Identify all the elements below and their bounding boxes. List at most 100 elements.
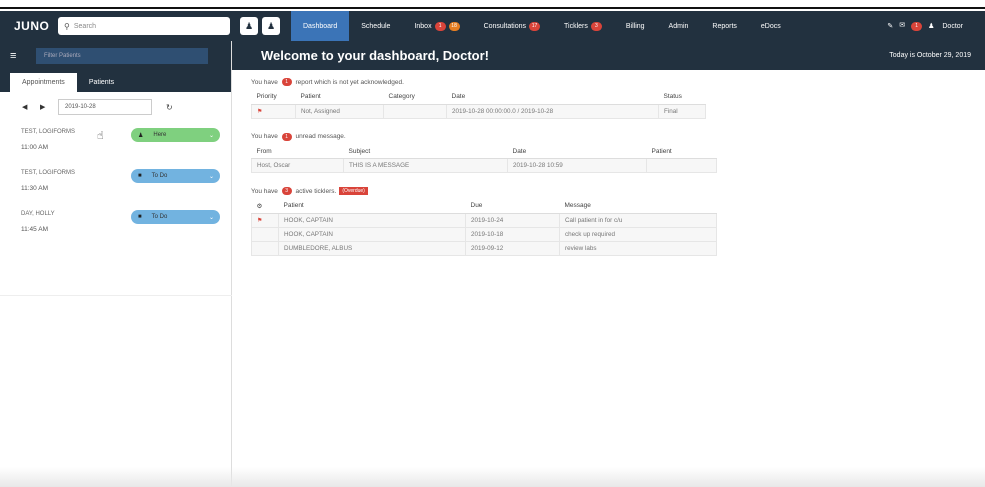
- column-header[interactable]: Subject: [343, 144, 508, 159]
- search-input[interactable]: ⚲ Search: [58, 17, 230, 35]
- reports-prefix: You have: [251, 78, 278, 86]
- patient-search-button[interactable]: ♟: [262, 17, 280, 35]
- patient-cell: Not, Assigned: [295, 103, 384, 119]
- date-navigator: ◀ ▶ 2019-10-28 ↻: [0, 92, 231, 122]
- appointment-patient-name[interactable]: TEST, LOGIFORMS: [21, 170, 75, 176]
- nav-consultations[interactable]: Consultations 17: [472, 11, 552, 41]
- date-cell: 2019-10-28 10:59: [507, 158, 647, 173]
- nav-label: Inbox: [414, 22, 432, 30]
- column-header[interactable]: Due: [465, 199, 560, 214]
- dashboard-main: Welcome to your dashboard, Doctor! Today…: [232, 41, 985, 487]
- nav-edocs[interactable]: eDocs: [749, 11, 793, 41]
- column-header[interactable]: Message: [559, 199, 717, 214]
- tab-appointments[interactable]: Appointments: [10, 73, 77, 92]
- messages-prefix: You have: [251, 133, 278, 140]
- column-header[interactable]: Category: [383, 90, 447, 105]
- status-cell: Final: [658, 103, 706, 119]
- chevron-down-icon: ⌄: [208, 132, 214, 139]
- nav-billing[interactable]: Billing: [614, 11, 657, 41]
- date-input[interactable]: 2019-10-28: [58, 99, 152, 115]
- subject-cell: THIS IS A MESSAGE: [343, 158, 508, 173]
- ticklers-count: 3: [281, 187, 292, 195]
- column-header[interactable]: From: [251, 144, 344, 159]
- overdue-badge[interactable]: (Overdue): [339, 187, 368, 195]
- appointment-time: 11:00 AM: [21, 144, 48, 151]
- nav-ticklers[interactable]: Ticklers 3: [552, 11, 614, 41]
- ticklers-table: ⚙ Patient Due Message ⚑ HOOK, CAPTAIN 2019…: [251, 199, 717, 256]
- nav-label: eDocs: [760, 22, 781, 30]
- user-plus-icon: ♟: [244, 20, 254, 31]
- nav-label: Admin: [668, 22, 689, 30]
- table-row[interactable]: DUMBLEDORE, ALBUS 2019-09-12 review labs: [251, 240, 717, 256]
- add-patient-button[interactable]: ♟: [240, 17, 258, 35]
- appointment-status-dropdown[interactable]: ■ To Do ⌄: [131, 169, 220, 183]
- status-label: Here: [153, 132, 167, 138]
- pencil-icon[interactable]: ✎: [887, 22, 893, 30]
- user-menu[interactable]: ♟ Doctor: [928, 22, 963, 30]
- nav-dashboard[interactable]: Dashboard: [291, 11, 350, 41]
- column-header[interactable]: Patient: [646, 144, 717, 159]
- column-header[interactable]: Date: [507, 144, 647, 159]
- nav-badge: 1: [434, 21, 446, 31]
- column-header[interactable]: Priority: [251, 90, 296, 105]
- collapse-sidebar-icon[interactable]: ≡: [10, 50, 28, 62]
- status-label: To Do: [151, 173, 168, 179]
- header-right-icons: ✎ ✉ 1 ♟ Doctor: [881, 11, 963, 41]
- appointment-status-dropdown[interactable]: ■ To Do ⌄: [131, 210, 220, 224]
- table-row[interactable]: ⚑ Not, Assigned 2019-10-28 00:00:00.0 / …: [251, 103, 706, 119]
- gear-icon[interactable]: ⚙: [257, 203, 263, 210]
- folder-icon: ■: [138, 214, 142, 220]
- flag-cell: [251, 226, 279, 242]
- nav-label: Consultations: [483, 22, 526, 30]
- column-header[interactable]: Date: [446, 90, 659, 105]
- chevron-down-icon: ⌄: [208, 173, 214, 180]
- nav-admin[interactable]: Admin: [657, 11, 701, 41]
- status-label: To Do: [151, 214, 168, 220]
- due-cell: 2019-10-18: [465, 226, 560, 242]
- reports-notice: You have 1 report which is not yet ackno…: [251, 77, 985, 87]
- next-day-icon[interactable]: ▶: [40, 103, 58, 111]
- sidebar-tabs: Appointments Patients: [0, 70, 231, 92]
- table-row[interactable]: Host, Oscar THIS IS A MESSAGE 2019-10-28…: [251, 158, 717, 173]
- tab-patients[interactable]: Patients: [77, 73, 126, 92]
- filter-patients-input[interactable]: Filter Patients: [36, 47, 208, 64]
- table-row[interactable]: ⚑ HOOK, CAPTAIN 2019-10-24 Call patient in …: [251, 212, 717, 228]
- column-header[interactable]: Status: [658, 90, 706, 105]
- dashboard-header: Welcome to your dashboard, Doctor! Today…: [232, 41, 985, 70]
- reports-table: Priority Patient Category Date Status ⚑ …: [251, 90, 706, 119]
- main-nav: Dashboard Schedule Inbox 1 18 Consultations 17…: [291, 11, 793, 41]
- flag-icon: ⚑: [257, 217, 263, 224]
- nav-badge: 18: [448, 21, 460, 31]
- appointment-item[interactable]: TEST, LOGIFORMS 11:00 AM ♟ Here ⌄ ☝: [0, 122, 231, 163]
- dashboard-content: You have 1 report which is not yet ackno…: [232, 77, 985, 256]
- nav-inbox[interactable]: Inbox 1 18: [402, 11, 471, 41]
- nav-badge: 3: [590, 21, 602, 31]
- messages-icon[interactable]: ✉ 1: [899, 21, 923, 31]
- today-date: Today is October 29, 2019: [889, 52, 971, 59]
- chevron-down-icon: ⌄: [208, 214, 214, 221]
- user-search-icon: ♟: [266, 20, 276, 31]
- message-cell: check up required: [559, 226, 717, 242]
- previous-day-icon[interactable]: ◀: [22, 103, 40, 111]
- ticklers-notice: You have 3 active ticklers. (Overdue): [251, 186, 985, 196]
- person-icon: ♟: [138, 132, 144, 139]
- table-row[interactable]: HOOK, CAPTAIN 2019-10-18 check up required: [251, 226, 717, 242]
- nav-schedule[interactable]: Schedule: [349, 11, 402, 41]
- date-cell: 2019-10-28 00:00:00.0 / 2019-10-28: [446, 103, 659, 119]
- ticklers-prefix: You have: [251, 187, 278, 195]
- appointment-item[interactable]: TEST, LOGIFORMS 11:30 AM ■ To Do ⌄: [0, 163, 231, 204]
- appointment-item[interactable]: DAY, HOLLY 11:45 AM ■ To Do ⌄: [0, 204, 231, 245]
- appointment-time: 11:45 AM: [21, 226, 48, 233]
- settings-header[interactable]: ⚙: [251, 199, 279, 214]
- bottom-fade: [0, 467, 985, 487]
- due-cell: 2019-10-24: [465, 212, 560, 228]
- column-header[interactable]: Patient: [278, 199, 466, 214]
- filter-bar: ≡ Filter Patients: [0, 41, 231, 70]
- appointment-patient-name[interactable]: DAY, HOLLY: [21, 211, 55, 217]
- sidebar-divider: [0, 295, 232, 296]
- column-header[interactable]: Patient: [295, 90, 384, 105]
- appointment-status-dropdown[interactable]: ♟ Here ⌄: [131, 128, 220, 142]
- nav-reports[interactable]: Reports: [700, 11, 749, 41]
- appointment-patient-name[interactable]: TEST, LOGIFORMS: [21, 129, 75, 135]
- refresh-icon[interactable]: ↻: [166, 103, 173, 112]
